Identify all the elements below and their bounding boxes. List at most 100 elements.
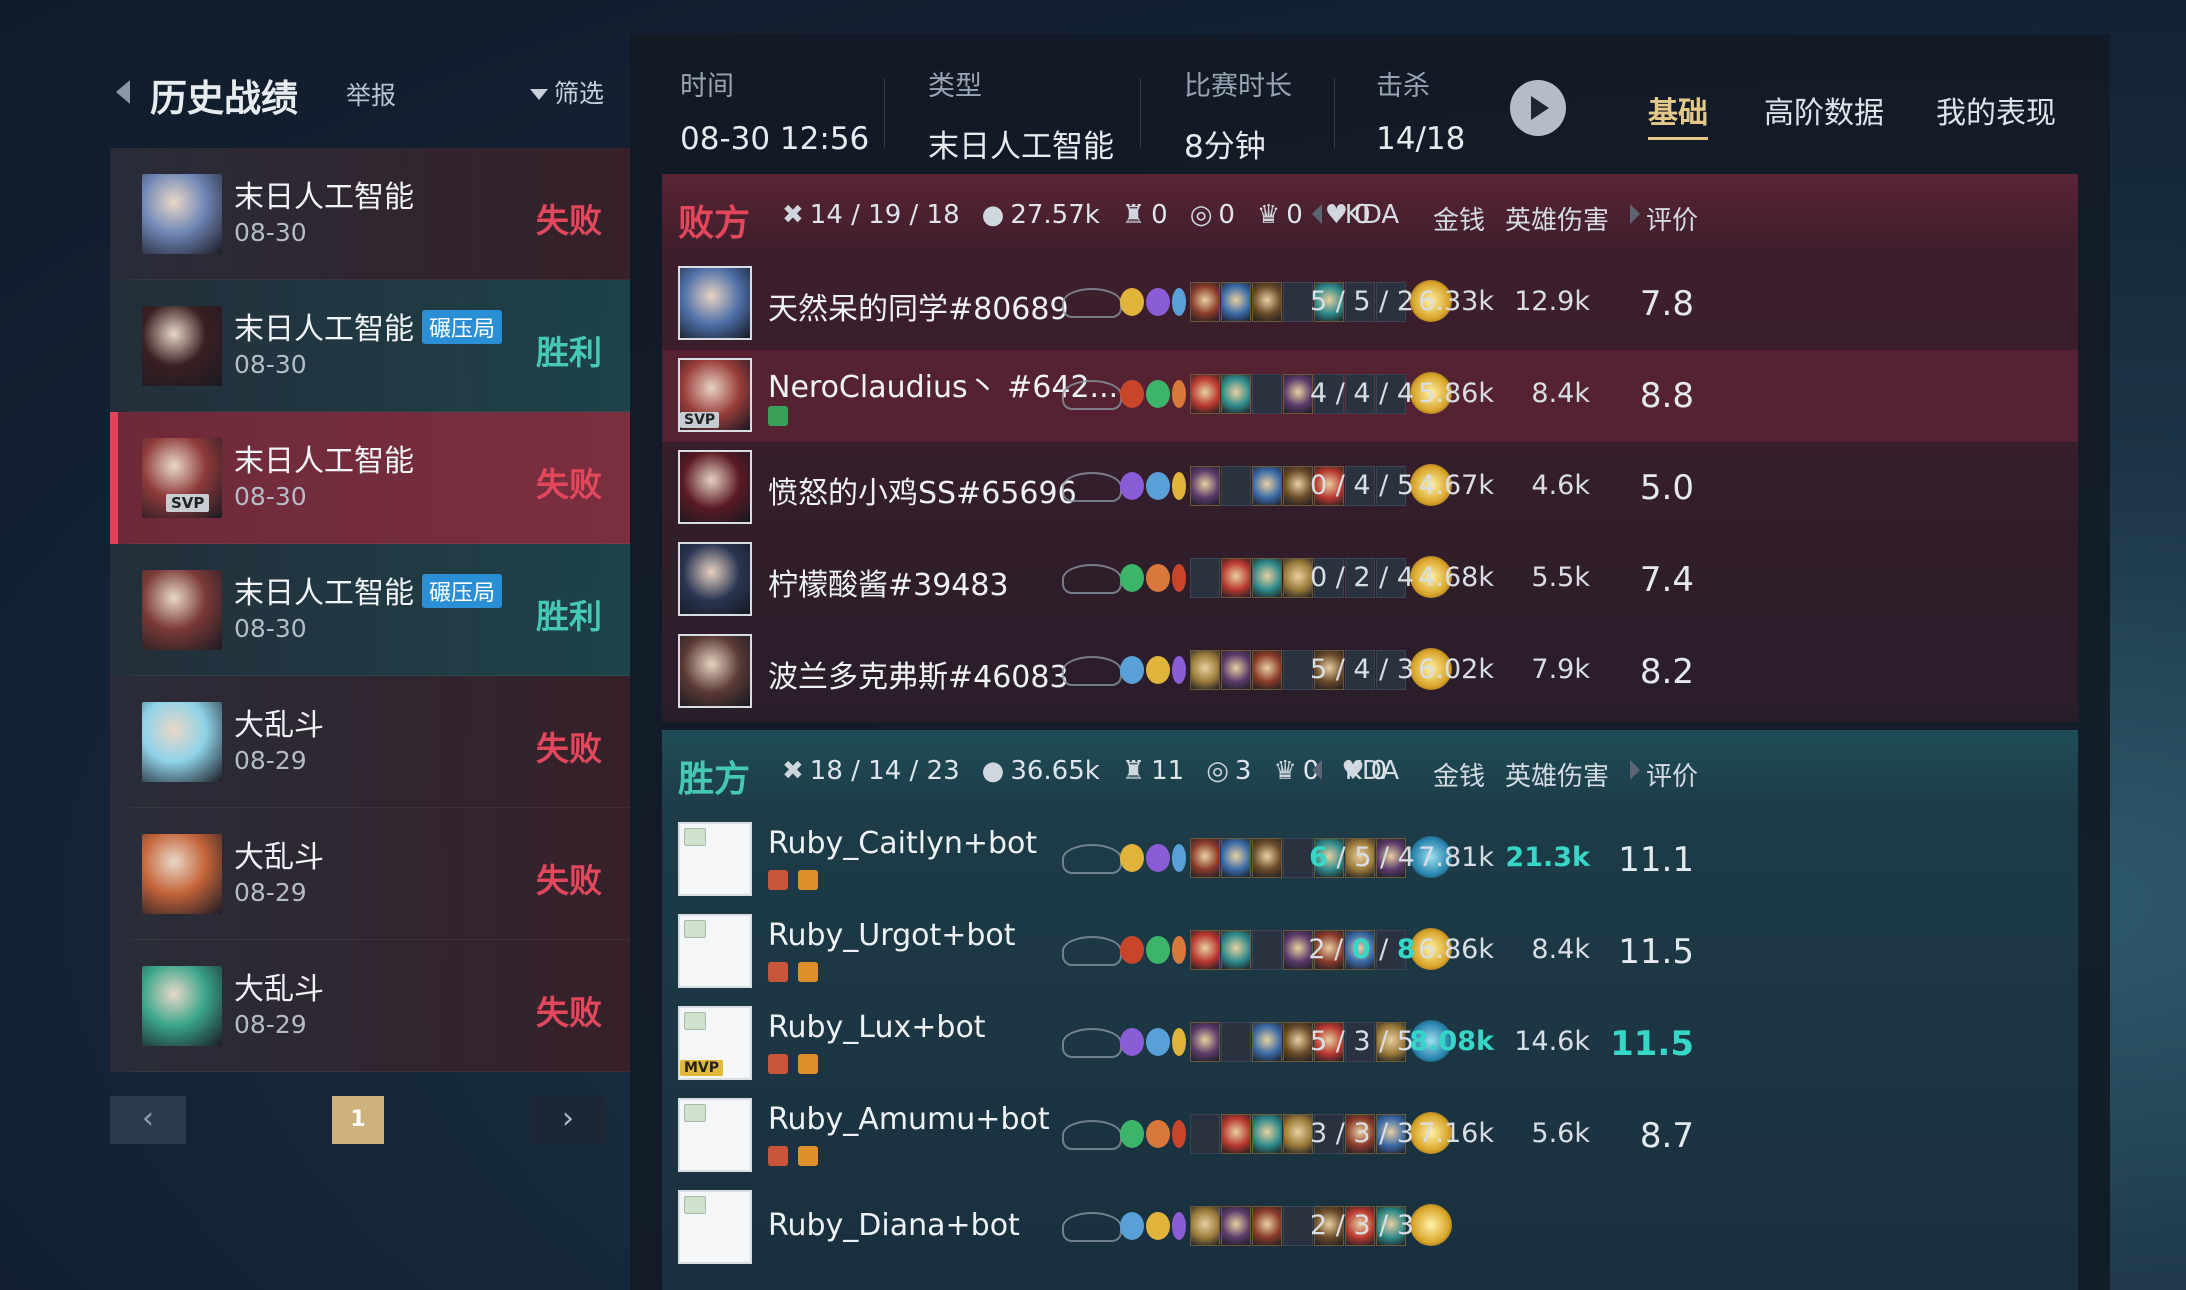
next-page-button[interactable]: ›: [530, 1096, 606, 1144]
match-mode-label: 末日人工智能: [234, 180, 414, 215]
player-row[interactable]: Ruby_Urgot+bot 2 / 0 / 8 6.86k 8.4k 11.5: [662, 906, 2078, 998]
item-slot[interactable]: [1190, 1022, 1220, 1062]
item-slot[interactable]: [1252, 1206, 1282, 1246]
player-name[interactable]: Ruby_Diana+bot: [768, 1208, 1020, 1243]
item-slot[interactable]: [1252, 282, 1282, 322]
item-slot[interactable]: [1252, 466, 1282, 506]
player-row[interactable]: 波兰多克弗斯#46083 5 / 4 / 3 6.02k 7.9k 8.2: [662, 626, 2078, 718]
player-row[interactable]: SVP NeroClaudius丶 #642... 4 / 4 / 4 5.86k 8.…: [662, 350, 2078, 442]
item-slot[interactable]: [1221, 466, 1251, 506]
champion-icon: [142, 306, 222, 386]
tab-my-performance[interactable]: 我的表现: [1936, 88, 2056, 132]
player-name[interactable]: 柠檬酸酱#39483: [768, 560, 1009, 604]
player-avatar[interactable]: [678, 542, 752, 616]
player-row[interactable]: 天然呆的同学#80689 5 / 5 / 2 6.33k 12.9k 7.8: [662, 258, 2078, 350]
player-score: 7.8: [1639, 284, 1694, 324]
player-name[interactable]: Ruby_Lux+bot: [768, 1010, 986, 1045]
player-avatar[interactable]: [678, 266, 752, 340]
selected-indicator: [110, 412, 118, 544]
player-name[interactable]: 天然呆的同学#80689: [768, 284, 1069, 328]
page-title: 历史战绩: [150, 77, 298, 120]
match-list-item[interactable]: 大乱斗 08-29 失败: [110, 676, 630, 808]
report-button[interactable]: 举报: [346, 76, 396, 112]
item-slot[interactable]: [1221, 282, 1251, 322]
player-row[interactable]: MVP Ruby_Lux+bot 5 / 3 / 5 8.08k 14.6k 11.5: [662, 998, 2078, 1090]
match-list-item[interactable]: 末日人工智能 碾压局 08-30 胜利: [110, 544, 630, 676]
player-name[interactable]: Ruby_Urgot+bot: [768, 918, 1016, 953]
player-row[interactable]: 愤怒的小鸡SS#65696 0 / 4 / 5 4.67k 4.6k 5.0: [662, 442, 2078, 534]
player-avatar[interactable]: [678, 822, 752, 896]
filter-button[interactable]: 筛选: [530, 74, 604, 110]
back-arrow-icon[interactable]: [116, 80, 130, 104]
player-row[interactable]: 柠檬酸酱#39483 0 / 2 / 4 4.68k 5.5k 7.4: [662, 534, 2078, 626]
kda-separator: /: [1325, 934, 1352, 965]
item-slot[interactable]: [1221, 1022, 1251, 1062]
current-page-indicator[interactable]: 1: [332, 1096, 384, 1144]
item-slot[interactable]: [1190, 930, 1220, 970]
secondary-rune-icon: [1146, 472, 1170, 500]
player-avatar[interactable]: [678, 1098, 752, 1172]
item-slot[interactable]: [1221, 1114, 1251, 1154]
item-slot[interactable]: [1252, 650, 1282, 690]
replay-play-icon[interactable]: [1510, 80, 1566, 136]
item-slot[interactable]: [1252, 930, 1282, 970]
match-list-item[interactable]: 末日人工智能 碾压局 08-30 胜利: [110, 280, 630, 412]
player-row[interactable]: Ruby_Caitlyn+bot 6 / 5 / 4 7.81k 21.3k 11.1: [662, 814, 2078, 906]
stat-shard-icon: [1172, 1212, 1186, 1240]
item-slot[interactable]: [1190, 374, 1220, 414]
item-slot[interactable]: [1252, 374, 1282, 414]
item-slot[interactable]: [1252, 838, 1282, 878]
match-result: 失败: [536, 861, 602, 900]
filter-label: 筛选: [554, 79, 605, 108]
team-kda-value: 14 / 19 / 18: [809, 200, 960, 230]
item-slot[interactable]: [1190, 282, 1220, 322]
match-list-item[interactable]: 大乱斗 08-29 失败: [110, 940, 630, 1072]
team-kda-icon: ✖: [782, 756, 804, 786]
item-slot[interactable]: [1221, 1206, 1251, 1246]
player-tag-icon: [798, 962, 818, 982]
item-slot[interactable]: [1190, 466, 1220, 506]
player-damage: 8.4k: [1531, 934, 1590, 965]
tab-basic[interactable]: 基础: [1648, 88, 1708, 140]
match-list-item[interactable]: SVP 末日人工智能 08-30 失败: [110, 412, 630, 544]
item-slot[interactable]: [1221, 558, 1251, 598]
team-header: 败方 ✖ 14 / 19 / 18 ● 27.57k ♜ 0 ◎ 0 ♛ 0 ♥ 0 KDA 金钱 英雄伤害评…: [662, 174, 2078, 258]
player-avatar[interactable]: [678, 914, 752, 988]
match-list-item[interactable]: 末日人工智能 08-30 失败: [110, 148, 630, 280]
rank-wing-icon: [1062, 1120, 1122, 1150]
player-row[interactable]: Ruby_Amumu+bot 3 / 3 / 3 7.16k 5.6k 8.7: [662, 1090, 2078, 1182]
item-slot[interactable]: [1252, 1022, 1282, 1062]
item-slot[interactable]: [1221, 930, 1251, 970]
match-list-item[interactable]: 大乱斗 08-29 失败: [110, 808, 630, 940]
player-kda: 2 / 3 / 3: [1282, 1210, 1442, 1241]
player-avatar[interactable]: [678, 634, 752, 708]
stat-shard-icon: [1172, 380, 1186, 408]
kda-kills: 5: [1309, 1026, 1328, 1057]
item-slot[interactable]: [1190, 838, 1220, 878]
item-slot[interactable]: [1190, 1206, 1220, 1246]
match-mode-label: 末日人工智能: [234, 444, 414, 479]
team-towers-value: 0: [1151, 200, 1168, 230]
item-slot[interactable]: [1221, 838, 1251, 878]
item-slot[interactable]: [1221, 650, 1251, 690]
player-damage: 8.4k: [1531, 378, 1590, 409]
champion-icon: [142, 834, 222, 914]
match-mode-label: 大乱斗: [234, 840, 324, 875]
item-slot[interactable]: [1252, 1114, 1282, 1154]
prev-page-button[interactable]: ‹: [110, 1096, 186, 1144]
tab-advanced-data[interactable]: 高阶数据: [1764, 88, 1884, 132]
player-avatar[interactable]: [678, 1190, 752, 1264]
player-avatar[interactable]: [678, 450, 752, 524]
item-slot[interactable]: [1190, 650, 1220, 690]
player-name[interactable]: 波兰多克弗斯#46083: [768, 652, 1069, 696]
item-slot[interactable]: [1190, 1114, 1220, 1154]
player-name[interactable]: Ruby_Caitlyn+bot: [768, 826, 1037, 861]
item-slot[interactable]: [1190, 558, 1220, 598]
player-name[interactable]: 愤怒的小鸡SS#65696: [768, 468, 1077, 512]
player-row[interactable]: Ruby_Diana+bot 2 / 3 / 3: [662, 1182, 2078, 1274]
kda-kills: 6: [1309, 842, 1328, 873]
champion-icon: [142, 966, 222, 1046]
player-name[interactable]: Ruby_Amumu+bot: [768, 1102, 1050, 1137]
item-slot[interactable]: [1252, 558, 1282, 598]
item-slot[interactable]: [1221, 374, 1251, 414]
